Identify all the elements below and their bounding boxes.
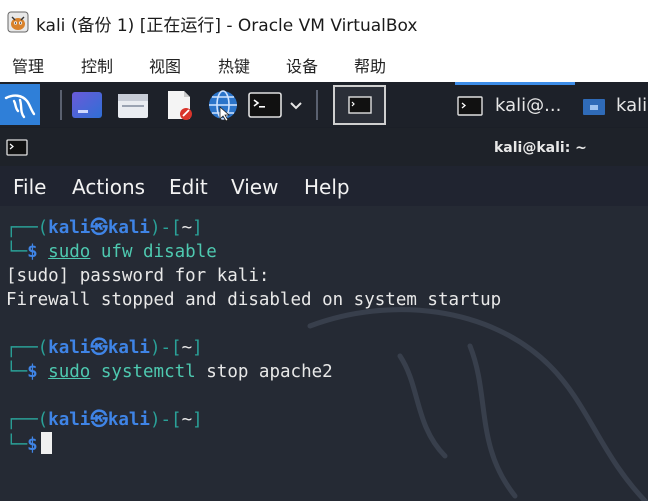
terminal-launcher-icon[interactable]	[248, 88, 282, 122]
terminal-menu-file[interactable]: File	[13, 175, 46, 199]
kali-panel: kali@... kali	[0, 82, 648, 127]
command-sudo: sudo	[48, 362, 91, 382]
window-title: kali (备份 1) [正在运行] - Oracle VM VirtualBo…	[36, 16, 418, 36]
command-line[interactable]: └─$	[6, 432, 52, 457]
menu-help[interactable]: 帮助	[354, 53, 386, 77]
chevron-down-icon[interactable]	[287, 88, 305, 122]
prompt-host: kali	[107, 218, 150, 238]
prompt-frame: ]	[192, 218, 203, 238]
taskbar-item-terminal[interactable]: kali@...	[457, 89, 561, 122]
command-text: ufw disable	[100, 242, 217, 262]
prompt-corner: └─	[6, 242, 28, 262]
prompt-frame: )-[	[149, 410, 182, 430]
prompt-frame: ┌──(	[6, 338, 49, 358]
kali-watermark-icon	[307, 307, 648, 501]
vbox-menu-bar: 管理 控制 视图 热键 设备 帮助	[0, 44, 648, 82]
prompt-symbol: $	[27, 242, 38, 262]
command-sudo: sudo	[48, 242, 91, 262]
terminal-output[interactable]: ┌──(kali㉿kali)-[~] └─$ sudo ufw disable …	[0, 206, 648, 501]
menu-manage[interactable]: 管理	[12, 53, 44, 77]
terminal-menu-actions[interactable]: Actions	[72, 175, 145, 199]
kali-dragon-icon	[4, 94, 36, 119]
command-line: └─$ sudo systemctl stop apache2	[6, 360, 333, 384]
terminal-title: kali@kali: ~	[494, 140, 587, 156]
command-line: └─$ sudo ufw disable	[6, 240, 217, 264]
menu-devices[interactable]: 设备	[286, 53, 318, 77]
prompt-line: ┌──(kali㉿kali)-[~]	[6, 216, 203, 240]
prompt-frame: )-[	[149, 218, 182, 238]
prompt-frame: ]	[192, 410, 203, 430]
taskbar-item-files[interactable]: kali	[582, 89, 647, 122]
active-task-indicator	[455, 82, 575, 85]
command-args: stop apache2	[206, 362, 333, 382]
prompt-at: ㉿	[90, 410, 108, 430]
menu-hotkeys[interactable]: 热键	[218, 53, 250, 77]
kali-menu-button[interactable]	[0, 84, 40, 125]
panel-separator	[316, 90, 318, 120]
prompt-host: kali	[107, 410, 150, 430]
prompt-symbol: $	[27, 362, 38, 382]
workspace-switcher[interactable]	[333, 85, 386, 125]
prompt-path: ~	[181, 338, 193, 358]
text-cursor	[40, 432, 52, 454]
taskbar-item-label: kali	[616, 95, 648, 116]
prompt-user: kali	[48, 218, 91, 238]
prompt-frame: ┌──(	[6, 218, 49, 238]
taskbar-item-label: kali@...	[495, 95, 562, 116]
prompt-corner: └─	[6, 435, 28, 455]
terminal-title-bar[interactable]: kali@kali: ~	[0, 128, 648, 166]
menu-view[interactable]: 视图	[149, 53, 181, 77]
output-line: Firewall stopped and disabled on system …	[6, 290, 502, 310]
terminal-menu-edit[interactable]: Edit	[169, 175, 208, 199]
menu-control[interactable]: 控制	[81, 53, 113, 77]
command-name: systemctl	[100, 362, 196, 382]
terminal-window-icon	[6, 139, 28, 156]
text-editor-icon[interactable]	[162, 88, 196, 122]
prompt-line: ┌──(kali㉿kali)-[~]	[6, 336, 203, 360]
prompt-frame: ]	[192, 338, 203, 358]
terminal-menu-view[interactable]: View	[231, 175, 278, 199]
terminal-menu-bar: File Actions Edit View Help	[0, 166, 648, 206]
prompt-user: kali	[48, 410, 91, 430]
prompt-user: kali	[48, 338, 91, 358]
prompt-symbol: $	[27, 435, 38, 455]
vbox-title-bar: kali (备份 1) [正在运行] - Oracle VM VirtualBo…	[0, 0, 648, 44]
web-browser-icon[interactable]	[206, 88, 240, 122]
prompt-path: ~	[181, 218, 193, 238]
guest-screen: kali@... kali kali@kali: ~ File Actions …	[0, 82, 648, 501]
virtualbox-app-icon	[7, 11, 29, 33]
prompt-line: ┌──(kali㉿kali)-[~]	[6, 408, 203, 432]
prompt-frame: )-[	[149, 338, 182, 358]
prompt-at: ㉿	[90, 218, 108, 238]
terminal-icon	[457, 95, 483, 116]
workspace-window-icon	[348, 96, 372, 114]
output-line: [sudo] password for kali:	[6, 266, 270, 286]
prompt-frame: ┌──(	[6, 410, 49, 430]
folder-icon	[583, 98, 605, 115]
terminal-menu-help[interactable]: Help	[304, 175, 350, 199]
show-desktop-icon[interactable]	[70, 88, 104, 122]
prompt-host: kali	[107, 338, 150, 358]
prompt-corner: └─	[6, 362, 28, 382]
prompt-at: ㉿	[90, 338, 108, 358]
file-manager-icon[interactable]	[116, 88, 150, 122]
panel-separator	[60, 90, 62, 120]
prompt-path: ~	[181, 410, 193, 430]
